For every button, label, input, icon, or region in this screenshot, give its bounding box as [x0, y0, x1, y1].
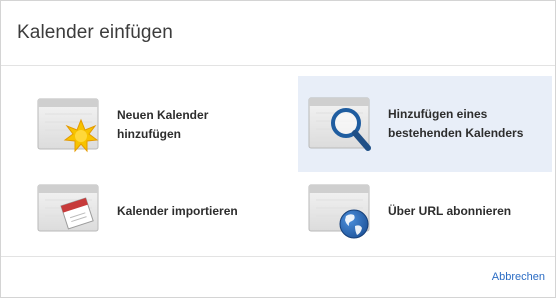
subscribe-url-label: Über URL abonnieren: [388, 203, 512, 218]
add-existing-calendar-label: Hinzufügen eines bestehenden Kalenders: [388, 107, 524, 140]
add-existing-calendar-option[interactable]: Hinzufügen eines bestehenden Kalenders: [298, 76, 552, 172]
new-calendar-label: Neuen Kalender hinzufügen: [117, 108, 209, 141]
new-calendar-option[interactable]: Neuen Kalender hinzufügen: [27, 80, 287, 170]
import-calendar-label: Kalender importieren: [117, 203, 238, 218]
new-calendar-icon: [37, 96, 103, 154]
dialog-header: Kalender einfügen: [1, 1, 555, 66]
dialog-footer: Abbrechen: [1, 256, 555, 297]
options-grid: Neuen Kalender hinzufügen Hinzufügen ein…: [1, 66, 555, 246]
subscribe-url-option[interactable]: Über URL abonnieren: [298, 176, 552, 246]
search-calendar-icon: [308, 95, 374, 153]
import-calendar-option[interactable]: Kalender importieren: [27, 176, 287, 246]
globe-calendar-icon: [308, 182, 374, 240]
dialog-title: Kalender einfügen: [17, 22, 173, 43]
insert-calendar-dialog: Kalender einfügen Neuen Kalender hinzufü…: [0, 0, 556, 298]
cancel-link[interactable]: Abbrechen: [492, 271, 545, 283]
import-calendar-icon: [37, 182, 103, 240]
